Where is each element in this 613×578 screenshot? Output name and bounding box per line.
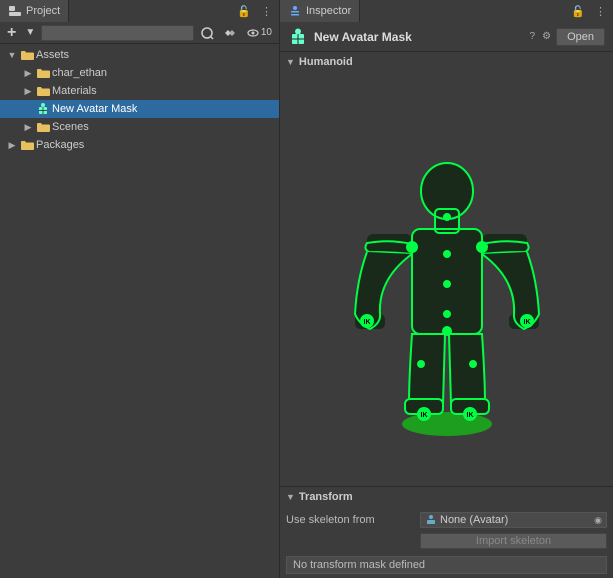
assets-label: Assets — [36, 49, 69, 61]
dropdown-arrow[interactable]: ▼ — [22, 26, 38, 39]
scenes-folder-icon — [36, 120, 50, 134]
humanoid-title: Humanoid — [299, 56, 353, 68]
project-menu-btn[interactable]: ⋮ — [258, 4, 275, 19]
inspector-menu-btn[interactable]: ⋮ — [592, 4, 609, 19]
inspector-tab-actions: 🔓 ⋮ — [564, 0, 613, 22]
filter-icon[interactable] — [197, 25, 217, 41]
tree-item-materials[interactable]: Materials — [0, 82, 279, 100]
inspector-lock-btn[interactable]: 🔓 — [568, 4, 588, 19]
tree-item-scenes[interactable]: Scenes — [0, 118, 279, 136]
humanoid-arrow: ▼ — [286, 57, 295, 67]
transform-title: Transform — [299, 491, 353, 503]
status-bar: No transform mask defined — [286, 556, 607, 574]
transform-section: ▼ Transform Use skeleton from None (Avat… — [280, 486, 613, 578]
import-row: Import skeleton — [286, 532, 607, 550]
project-tab-actions: 🔓 ⋮ — [230, 0, 279, 22]
open-button[interactable]: Open — [556, 28, 605, 46]
project-tab-icon — [8, 4, 22, 18]
project-panel: + ▼ 10 — [0, 22, 280, 578]
assets-arrow — [6, 49, 18, 61]
inspector-header-actions: ? ⚙ Open — [528, 28, 605, 46]
packages-arrow — [6, 139, 18, 151]
humanoid-section-header[interactable]: ▼ Humanoid — [280, 52, 613, 72]
status-message: No transform mask defined — [293, 559, 425, 571]
svg-text:IK: IK — [466, 412, 473, 419]
avatar-figure: IK IK IK IK — [337, 109, 557, 449]
skeleton-field-icon — [425, 513, 437, 528]
search-icon[interactable] — [220, 25, 240, 41]
transform-section-header[interactable]: ▼ Transform — [280, 487, 613, 507]
inspector-tab-label: Inspector — [306, 5, 351, 17]
char-ethan-folder-icon — [36, 66, 50, 80]
skeleton-row: Use skeleton from None (Avatar) ◉ — [286, 511, 607, 529]
project-tab[interactable]: Project — [0, 0, 69, 22]
inspector-tab-icon — [288, 4, 302, 18]
scenes-arrow — [22, 121, 34, 133]
humanoid-section: IK IK IK IK — [280, 72, 613, 486]
eye-icon[interactable]: 10 — [243, 25, 275, 41]
materials-folder-icon — [36, 84, 50, 98]
inspector-panel: New Avatar Mask ? ⚙ Open ▼ Humanoid — [280, 22, 613, 578]
inspector-obj-header: New Avatar Mask ? ⚙ Open — [280, 22, 613, 52]
tree-item-char-ethan[interactable]: char_ethan — [0, 64, 279, 82]
inspector-obj-title: New Avatar Mask — [314, 30, 522, 44]
tree-view: Assets char_ethan — [0, 44, 279, 578]
inspector-tab[interactable]: Inspector — [280, 0, 360, 22]
skeleton-dropdown-arrow: ◉ — [594, 515, 602, 526]
char-ethan-arrow — [22, 67, 34, 79]
assets-folder-icon — [20, 48, 34, 62]
char-ethan-label: char_ethan — [52, 67, 107, 79]
import-skeleton-button: Import skeleton — [420, 533, 607, 549]
project-tab-label: Project — [26, 5, 60, 17]
inspector-help-btn[interactable]: ? — [528, 30, 538, 43]
svg-text:IK: IK — [523, 319, 530, 326]
packages-folder-icon — [20, 138, 34, 152]
add-button[interactable]: + — [4, 23, 19, 43]
eye-count: 10 — [261, 27, 272, 38]
inspector-settings-btn[interactable]: ⚙ — [540, 30, 553, 43]
avatar-mask-icon — [36, 102, 50, 116]
scenes-label: Scenes — [52, 121, 89, 133]
project-lock-btn[interactable]: 🔓 — [234, 4, 254, 19]
search-input[interactable] — [41, 25, 194, 41]
packages-label: Packages — [36, 139, 84, 151]
transform-body: Use skeleton from None (Avatar) ◉ — [280, 507, 613, 554]
materials-arrow — [22, 85, 34, 97]
tree-item-avatar-mask[interactable]: New Avatar Mask — [0, 100, 279, 118]
svg-text:IK: IK — [420, 412, 427, 419]
skeleton-field[interactable]: None (Avatar) ◉ — [420, 512, 607, 528]
inspector-obj-icon — [288, 27, 308, 47]
avatar-mask-label: New Avatar Mask — [52, 103, 137, 115]
materials-label: Materials — [52, 85, 97, 97]
svg-text:IK: IK — [363, 319, 370, 326]
tree-item-packages[interactable]: Packages — [0, 136, 279, 154]
transform-arrow: ▼ — [286, 492, 295, 502]
project-toolbar: + ▼ 10 — [0, 22, 279, 44]
tree-item-assets[interactable]: Assets — [0, 46, 279, 64]
skeleton-label: Use skeleton from — [286, 514, 416, 526]
skeleton-value: None (Avatar) — [440, 514, 591, 526]
